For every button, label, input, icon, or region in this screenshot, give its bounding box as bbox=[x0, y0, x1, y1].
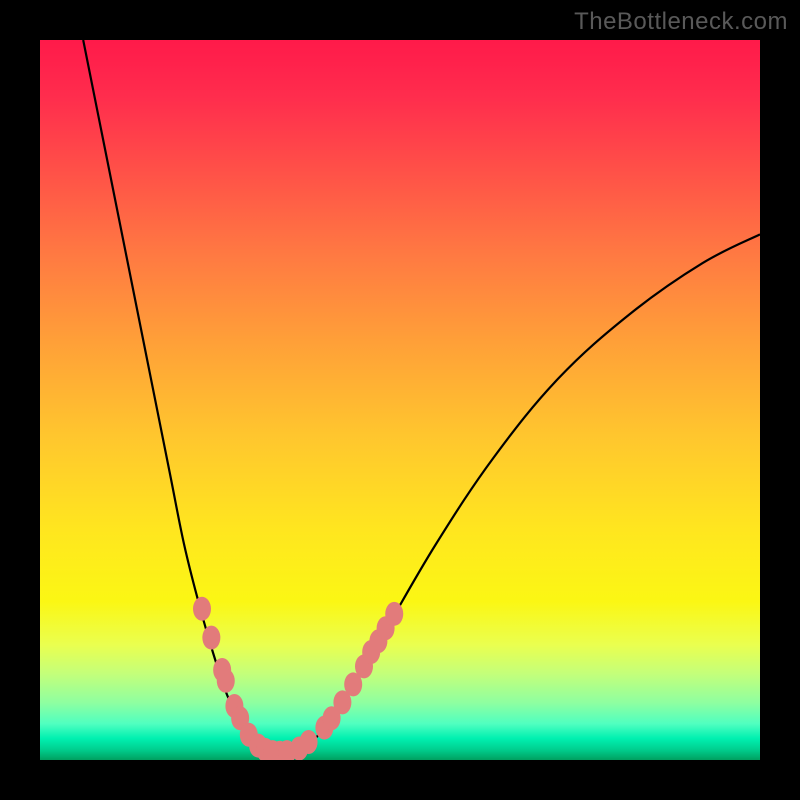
left-curve bbox=[83, 40, 277, 753]
attribution-text: TheBottleneck.com bbox=[574, 8, 788, 36]
dot-series-right bbox=[290, 602, 403, 760]
data-point bbox=[385, 602, 403, 626]
chart-svg bbox=[40, 40, 760, 760]
chart-container: TheBottleneck.com bbox=[0, 0, 800, 800]
data-point bbox=[193, 597, 211, 621]
plot-area bbox=[40, 40, 760, 760]
dot-series-left bbox=[193, 597, 296, 760]
data-point bbox=[217, 669, 235, 693]
data-point bbox=[202, 626, 220, 650]
data-point bbox=[300, 730, 318, 754]
